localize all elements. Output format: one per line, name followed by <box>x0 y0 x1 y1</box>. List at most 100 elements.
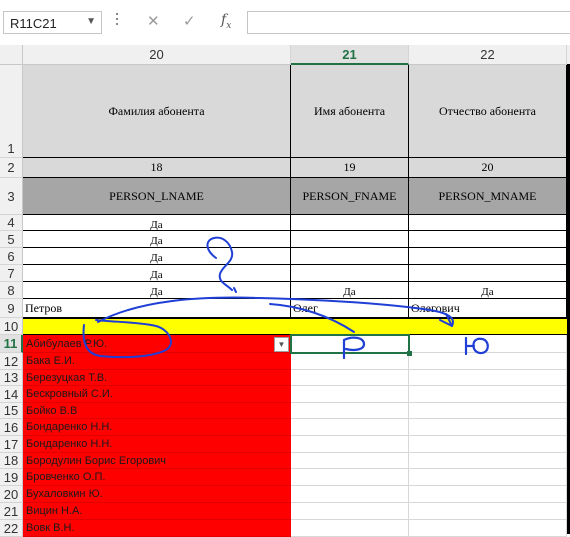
cell-r21-c22[interactable] <box>409 503 567 520</box>
cell-r13-c21[interactable] <box>291 370 409 386</box>
row-header-5[interactable]: 5 <box>0 231 23 248</box>
row-header-9[interactable]: 9 <box>0 299 23 318</box>
cell-r19-c22[interactable] <box>409 469 567 486</box>
cell-r14-c21[interactable] <box>291 386 409 403</box>
check-icon[interactable]: ✓ <box>183 12 196 30</box>
cell-r11-c21[interactable] <box>291 335 409 353</box>
row-header-14[interactable]: 14 <box>0 386 23 403</box>
cell-r17-c21[interactable] <box>291 436 409 453</box>
row-header-3[interactable]: 3 <box>0 178 23 215</box>
cell-r9-c21[interactable]: Олег <box>291 299 409 318</box>
row-header-16[interactable]: 16 <box>0 419 23 436</box>
cell-r2-c21[interactable]: 19 <box>291 158 409 178</box>
cell-r18-c22[interactable] <box>409 453 567 469</box>
cell-r8-c22[interactable]: Да <box>409 282 567 299</box>
cell-r7-c21[interactable] <box>291 265 409 282</box>
row-header-8[interactable]: 8 <box>0 282 23 299</box>
row-header-21[interactable]: 21 <box>0 503 23 520</box>
list-name-cell[interactable]: Бойко В.В <box>23 403 291 419</box>
row-header-4[interactable]: 4 <box>0 215 23 231</box>
row-header-20[interactable]: 20 <box>0 486 23 503</box>
row-header-12[interactable]: 12 <box>0 353 23 370</box>
cell-r18-c21[interactable] <box>291 453 409 469</box>
cell-r21-c21[interactable] <box>291 503 409 520</box>
row-header-11[interactable]: 11 <box>0 335 23 353</box>
row-header-19[interactable]: 19 <box>0 469 23 486</box>
cell-r1-c21[interactable]: Имя абонента <box>291 65 409 158</box>
cell-r8-c21[interactable]: Да <box>291 282 409 299</box>
row-header-22[interactable]: 22 <box>0 520 23 537</box>
cell-r13-c22[interactable] <box>409 370 567 386</box>
cell-r6-c22[interactable] <box>409 248 567 265</box>
cell-r10-yellow[interactable] <box>23 318 570 335</box>
cell-r16-c22[interactable] <box>409 419 567 436</box>
insert-function-icon[interactable]: fx <box>221 12 231 31</box>
cell-r15-c22[interactable] <box>409 403 567 419</box>
cell-r4-c22[interactable] <box>409 215 567 231</box>
cell-r17-c22[interactable] <box>409 436 567 453</box>
list-name-cell[interactable]: Вицин Н.А. <box>23 503 291 520</box>
cell-r7-c20[interactable]: Да <box>23 265 291 282</box>
list-name-cell[interactable]: Бровченко О.П. <box>23 469 291 486</box>
cell-r6-c20[interactable]: Да <box>23 248 291 265</box>
cell-r8-c20[interactable]: Да <box>23 282 291 299</box>
cell-r15-c21[interactable] <box>291 403 409 419</box>
column-header-20[interactable]: 20 <box>23 45 291 65</box>
select-all-corner[interactable] <box>0 45 23 65</box>
cell-r16-c21[interactable] <box>291 419 409 436</box>
cell-r3-c21[interactable]: PERSON_FNAME <box>291 178 409 215</box>
cell-r1-c20[interactable]: Фамилия абонента <box>23 65 291 158</box>
row-header-13[interactable]: 13 <box>0 370 23 386</box>
dropdown-arrow-icon[interactable]: ▼ <box>274 337 289 352</box>
formula-input[interactable] <box>247 11 570 34</box>
cell-r2-c20[interactable]: 18 <box>23 158 291 178</box>
close-icon[interactable]: ✕ <box>147 12 160 30</box>
list-name-cell[interactable]: Бескровный С.И. <box>23 386 291 403</box>
list-name-cell[interactable]: Бака Е.И. <box>23 353 291 370</box>
list-name-cell[interactable]: Бондаренко Н.Н. <box>23 419 291 436</box>
cell-r3-c20[interactable]: PERSON_LNAME <box>23 178 291 215</box>
cell-r7-c22[interactable] <box>409 265 567 282</box>
cell-r12-c21[interactable] <box>291 353 409 370</box>
column-header-22[interactable]: 22 <box>409 45 567 65</box>
list-name-cell[interactable]: Бондаренко Н.Н. <box>23 436 291 453</box>
row-header-10[interactable]: 10 <box>0 318 23 335</box>
cell-r2-c22[interactable]: 20 <box>409 158 567 178</box>
cell-r4-c21[interactable] <box>291 215 409 231</box>
cell-r3-c22[interactable]: PERSON_MNAME <box>409 178 567 215</box>
list-name-cell[interactable]: Бородулин Борис Егорович <box>23 453 291 469</box>
cell-r20-c22[interactable] <box>409 486 567 503</box>
name-box[interactable]: R11C21 ▼ <box>3 11 102 34</box>
row-header-7[interactable]: 7 <box>0 265 23 282</box>
cell-r5-c21[interactable] <box>291 231 409 248</box>
cell-r22-c22[interactable] <box>409 520 567 537</box>
formula-bar: R11C21 ▼ ✕ ✓ fx <box>0 0 570 40</box>
list-name-cell[interactable]: Вовк В.Н. <box>23 520 291 537</box>
fill-handle[interactable] <box>407 351 412 356</box>
cell-r12-c22[interactable] <box>409 353 567 370</box>
row-header-18[interactable]: 18 <box>0 453 23 469</box>
cell-r9-c20[interactable]: Петров <box>23 299 291 318</box>
cell-r1-c22[interactable]: Отчество абонента <box>409 65 567 158</box>
drag-handle-icon[interactable] <box>116 13 119 29</box>
cell-r5-c20[interactable]: Да <box>23 231 291 248</box>
cell-r22-c21[interactable] <box>291 520 409 537</box>
row-header-1[interactable]: 1 <box>0 65 23 158</box>
cell-r4-c20[interactable]: Да <box>23 215 291 231</box>
cell-r20-c21[interactable] <box>291 486 409 503</box>
chevron-down-icon[interactable]: ▼ <box>86 16 96 27</box>
list-name-cell[interactable]: Абибулаев Р.Ю. <box>23 335 291 353</box>
cell-r11-c22[interactable] <box>409 335 567 353</box>
row-header-17[interactable]: 17 <box>0 436 23 453</box>
cell-r9-c22[interactable]: Олегович <box>409 299 567 318</box>
list-name-cell[interactable]: Березуцкая Т.В. <box>23 370 291 386</box>
row-header-6[interactable]: 6 <box>0 248 23 265</box>
list-name-cell[interactable]: Бухаловкин Ю. <box>23 486 291 503</box>
cell-r6-c21[interactable] <box>291 248 409 265</box>
cell-r19-c21[interactable] <box>291 469 409 486</box>
cell-r14-c22[interactable] <box>409 386 567 403</box>
row-header-2[interactable]: 2 <box>0 158 23 178</box>
cell-r5-c22[interactable] <box>409 231 567 248</box>
row-header-15[interactable]: 15 <box>0 403 23 419</box>
column-header-21[interactable]: 21 <box>291 45 409 65</box>
